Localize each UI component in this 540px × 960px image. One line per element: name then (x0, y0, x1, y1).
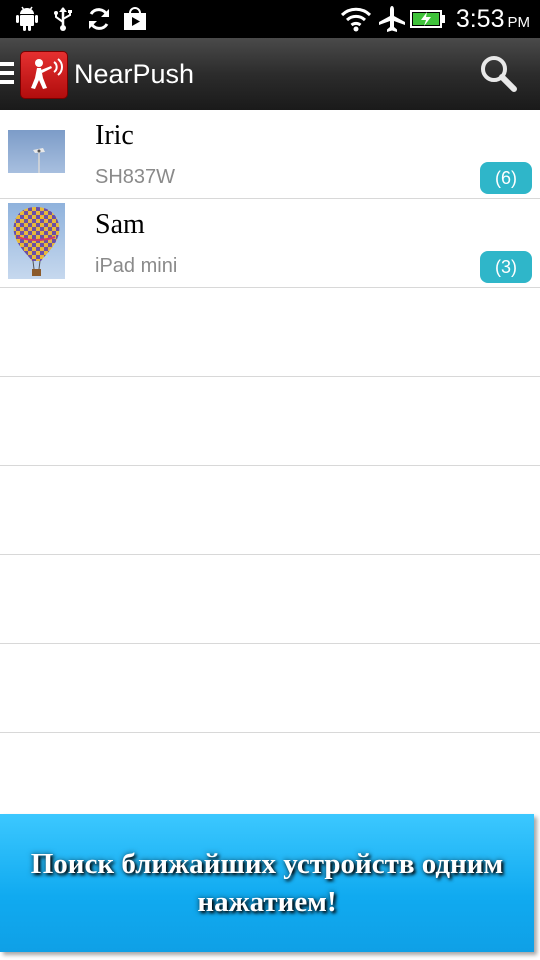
device-name: Iric (95, 120, 134, 151)
device-model: SH837W (95, 166, 176, 188)
menu-icon[interactable] (0, 62, 14, 86)
sync-icon (86, 5, 112, 33)
airplane-icon (378, 5, 406, 33)
android-debug-icon (14, 5, 40, 33)
device-model: iPad mini (95, 255, 178, 277)
search-icon[interactable] (478, 54, 518, 94)
list-item[interactable]: Sam iPad mini (3) (0, 199, 540, 288)
status-bar: 3:53 PM (0, 0, 540, 38)
play-store-icon (122, 5, 148, 33)
device-thumbnail (8, 130, 65, 173)
device-list: Iric SH837W (6) Sam iPad mini (3) (0, 110, 540, 821)
wifi-icon (340, 5, 372, 33)
empty-row (0, 377, 540, 466)
action-bar: NearPush (0, 38, 540, 110)
device-thumbnail (8, 203, 65, 279)
battery-charging-icon (410, 5, 446, 33)
list-item[interactable]: Iric SH837W (6) (0, 110, 540, 199)
empty-row (0, 466, 540, 555)
promo-banner: Поиск ближайших устройств одним нажатием… (0, 814, 534, 952)
app-title: NearPush (74, 59, 195, 89)
promo-text: Поиск ближайших устройств одним нажатием… (30, 848, 504, 918)
empty-row (0, 555, 540, 644)
empty-row (0, 733, 540, 821)
count-badge: (3) (480, 251, 532, 283)
count-badge: (6) (480, 162, 532, 194)
empty-row (0, 644, 540, 733)
clock: 3:53 PM (455, 5, 530, 33)
usb-icon (52, 5, 74, 33)
device-name: Sam (95, 209, 145, 240)
app-logo-icon[interactable] (20, 51, 68, 99)
empty-row (0, 288, 540, 377)
